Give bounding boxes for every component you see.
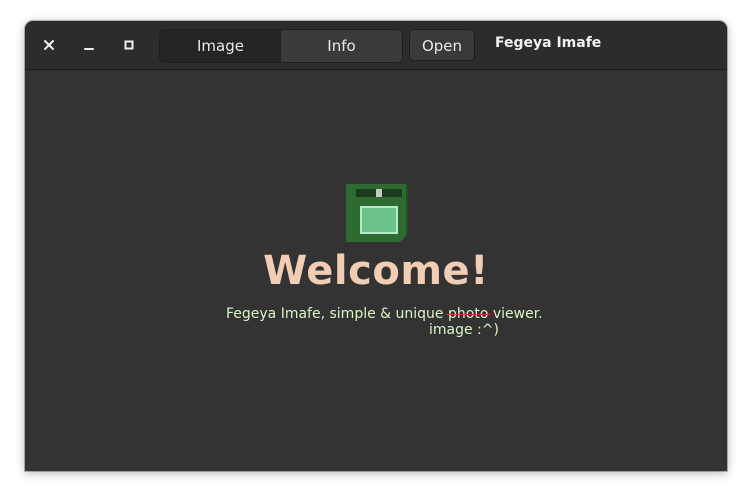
app-window: Image Info Open Fegeya Imafe Welcome! Fe… bbox=[25, 21, 727, 471]
window-title: Fegeya Imafe bbox=[495, 35, 602, 51]
header-bar: Image Info Open Fegeya Imafe bbox=[25, 21, 727, 70]
tagline-correction: image :^) bbox=[429, 322, 499, 338]
floppy-disk-icon bbox=[346, 184, 408, 242]
view-switcher: Image Info bbox=[159, 29, 403, 63]
close-button[interactable] bbox=[37, 33, 61, 57]
maximize-icon bbox=[124, 40, 134, 50]
maximize-button[interactable] bbox=[117, 33, 141, 57]
tab-info[interactable]: Info bbox=[281, 30, 402, 62]
close-icon bbox=[44, 40, 54, 50]
welcome-heading: Welcome! bbox=[263, 248, 489, 294]
minimize-button[interactable] bbox=[77, 33, 101, 57]
tagline-suffix: viewer. bbox=[488, 306, 543, 322]
tagline: Fegeya Imafe, simple & unique photo view… bbox=[226, 306, 543, 322]
tagline-struck-word: photo bbox=[445, 306, 491, 322]
open-button[interactable]: Open bbox=[409, 29, 475, 61]
tab-image[interactable]: Image bbox=[160, 30, 281, 62]
main-content: Welcome! Fegeya Imafe, simple & unique p… bbox=[25, 70, 727, 471]
minimize-icon bbox=[84, 48, 94, 50]
tagline-prefix: Fegeya Imafe, simple & unique bbox=[226, 306, 448, 322]
